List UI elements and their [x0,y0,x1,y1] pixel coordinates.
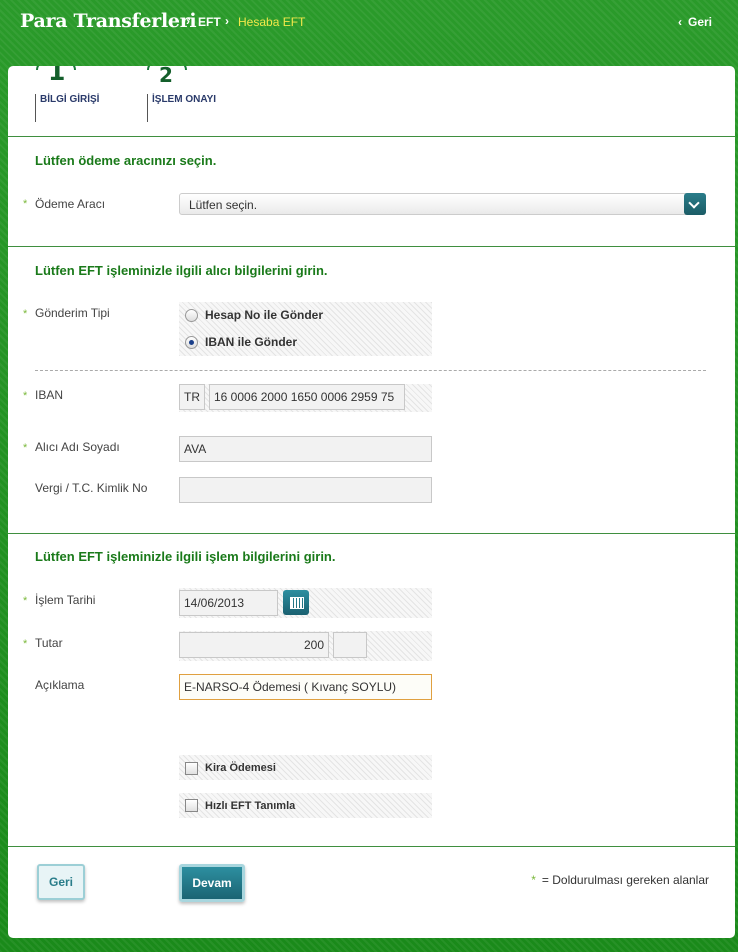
alici-adi-input[interactable]: AVA [179,436,432,462]
gonderim-tipi-label: Gönderim Tipi [35,306,110,320]
alici-adi-label: Alıcı Adı Soyadı [35,440,120,454]
breadcrumb-hesaba-eft: Hesaba EFT [238,15,306,29]
radio-iban-label[interactable]: IBAN ile Gönder [205,335,297,349]
required-star: * [23,390,28,402]
odeme-araci-label: Ödeme Aracı [35,197,106,211]
chevron-left-icon: ‹ [677,15,682,29]
chevron-down-icon[interactable] [684,193,706,215]
section-divider [8,246,735,247]
tutar-label: Tutar [35,636,63,650]
step-divider [35,94,36,122]
vergi-no-label: Vergi / T.C. Kimlik No [35,481,148,495]
aciklama-label: Açıklama [35,678,85,692]
step-divider [147,94,148,122]
required-star: * [23,198,28,210]
section-divider [8,136,735,137]
breadcrumb-eft[interactable]: EFT [198,15,221,29]
tutar-decimal-input[interactable] [333,632,367,658]
step-1-number: 1 [48,66,66,86]
tutar-input[interactable]: 200 [179,632,329,658]
step-2-label: İŞLEM ONAYI [152,94,217,105]
devam-button[interactable]: Devam [179,864,245,902]
kira-odemesi-checkbox[interactable] [185,762,198,775]
step-1-label: BİLGİ GİRİŞİ [40,94,100,105]
breadcrumb-separator: › [225,14,229,28]
form-panel: 1 BİLGİ GİRİŞİ 2 İŞLEM ONAYI Lütfen ödem… [8,66,735,938]
step-2-number: 2 [159,66,173,87]
geri-button[interactable]: Geri [37,864,85,900]
page-title: Para Transferleri [20,10,197,32]
iban-input[interactable]: 16 0006 2000 1650 0006 2959 75 [209,384,405,410]
required-fields-note: * = Doldurulması gereken alanlar [531,873,709,887]
islem-tarihi-label: İşlem Tarihi [35,593,96,607]
hizli-eft-checkbox[interactable] [185,799,198,812]
required-star: * [23,595,28,607]
section-divider [8,533,735,534]
select-value: Lütfen seçin. [189,198,258,212]
vergi-no-input[interactable] [179,477,432,503]
required-star: * [23,638,28,650]
radio-iban[interactable] [185,336,198,349]
back-link[interactable]: ‹ Geri [678,15,712,29]
radio-hesap-no-label[interactable]: Hesap No ile Gönder [205,308,323,322]
section-2-heading: Lütfen EFT işleminizle ilgili alıcı bilg… [35,263,328,278]
hizli-eft-label[interactable]: Hızlı EFT Tanımla [205,800,295,812]
calendar-icon [290,597,304,609]
dashed-separator [35,370,706,371]
back-link-label: Geri [687,15,712,29]
section-divider [8,846,735,847]
calendar-button[interactable] [283,590,309,615]
section-1-heading: Lütfen ödeme aracınızı seçin. [35,153,217,168]
islem-tarihi-input[interactable]: 14/06/2013 [179,590,278,616]
radio-hesap-no[interactable] [185,309,198,322]
kira-odemesi-label[interactable]: Kira Ödemesi [205,762,276,774]
required-star: * [23,442,28,454]
breadcrumb-separator: › [186,14,190,28]
required-note-text: = Doldurulması gereken alanlar [541,873,709,887]
required-star: * [531,873,536,887]
iban-prefix-field: TR [179,384,205,410]
aciklama-input[interactable]: E-NARSO-4 Ödemesi ( Kıvanç SOYLU) [179,674,432,700]
top-bar: Para Transferleri › EFT › Hesaba EFT ‹ Ge… [0,0,738,46]
iban-label: IBAN [35,388,64,402]
required-star: * [23,308,28,320]
section-3-heading: Lütfen EFT işleminizle ilgili işlem bilg… [35,549,336,564]
odeme-araci-select[interactable]: Lütfen seçin. [179,193,706,215]
